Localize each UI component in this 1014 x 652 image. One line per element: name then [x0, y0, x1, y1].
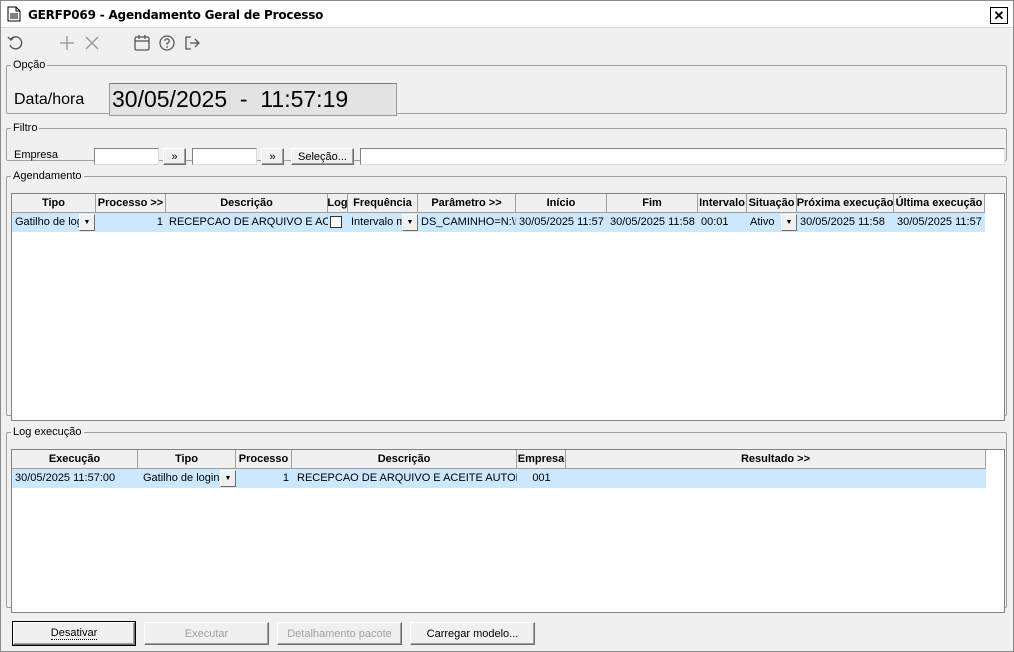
close-button[interactable]: ✕: [990, 7, 1008, 24]
col-header-empresa[interactable]: Empresa: [517, 450, 566, 469]
cell-processo[interactable]: 1: [96, 213, 166, 232]
cell-fim[interactable]: 30/05/2025 11:58: [607, 213, 698, 232]
cell-resultado[interactable]: [566, 469, 986, 488]
desativar-button[interactable]: Desativar: [12, 621, 136, 646]
cell-frequencia[interactable]: Intervalo m: [348, 213, 402, 232]
log-legend: Log execução: [13, 426, 82, 438]
double-arrow-icon: »: [171, 150, 178, 163]
filtro-legend: Filtro: [13, 122, 38, 134]
double-arrow-icon: »: [269, 150, 276, 163]
cell-execucao[interactable]: 30/05/2025 11:57:00: [12, 469, 138, 488]
chevron-down-icon: ▼: [224, 475, 232, 482]
executar-button[interactable]: Executar: [144, 622, 269, 645]
data-hora-display: 30/05/2025 - 11:57:19: [109, 83, 397, 116]
col-header-processo[interactable]: Processo >>: [96, 194, 166, 213]
frequencia-dropdown-button[interactable]: ▼: [402, 214, 418, 231]
agendamento-legend: Agendamento: [13, 170, 82, 182]
col-header-parametro[interactable]: Parâmetro >>: [418, 194, 516, 213]
opcao-group: Opção Data/hora 30/05/2025 - 11:57:19: [6, 59, 1007, 116]
tipo-dropdown-button[interactable]: ▼: [79, 214, 95, 231]
col-header-resultado[interactable]: Resultado >>: [566, 450, 986, 469]
empresa-from-input[interactable]: [94, 148, 159, 165]
empresa-label: Empresa: [14, 149, 59, 161]
log-grid: Execução Tipo Processo Descrição Empresa…: [11, 449, 1005, 613]
close-icon: ✕: [993, 8, 1005, 23]
opcao-legend: Opção: [13, 59, 46, 71]
cell-parametro[interactable]: DS_CAMINHO=N:\D: [418, 213, 516, 232]
delete-icon[interactable]: [83, 34, 101, 52]
cell-ultima[interactable]: 30/05/2025 11:57: [894, 213, 985, 232]
chevron-down-icon: ▼: [406, 219, 414, 226]
carregar-modelo-button[interactable]: Carregar modelo...: [410, 622, 535, 645]
cell-tipo[interactable]: Gatilho de login: [12, 213, 79, 232]
chevron-down-icon: ▼: [83, 219, 91, 226]
refresh-icon[interactable]: [7, 34, 25, 52]
empresa-to-lookup-button[interactable]: »: [261, 148, 284, 165]
cell-empresa[interactable]: 001: [517, 469, 566, 488]
situacao-dropdown-button[interactable]: ▼: [781, 214, 797, 231]
col-header-descricao[interactable]: Descrição: [292, 450, 517, 469]
log-checkbox[interactable]: [330, 216, 342, 228]
chevron-down-icon: ▼: [785, 219, 793, 226]
col-header-fim[interactable]: Fim: [607, 194, 698, 213]
exit-icon[interactable]: [183, 34, 201, 52]
data-hora-label: Data/hora: [14, 91, 85, 108]
desativar-label: Desativar: [50, 627, 98, 640]
tipo-dropdown-button[interactable]: ▼: [220, 470, 236, 487]
col-header-tipo[interactable]: Tipo: [138, 450, 236, 469]
detalhamento-label: Detalhamento pacote: [287, 627, 392, 640]
cell-descricao[interactable]: RECEPCAO DE ARQUIVO E ACEITE: [166, 213, 328, 232]
calendar-icon[interactable]: [133, 34, 151, 52]
add-icon[interactable]: [58, 34, 76, 52]
help-icon[interactable]: [158, 34, 176, 52]
col-header-proxima[interactable]: Próxima execução: [797, 194, 894, 213]
document-icon: [7, 6, 21, 22]
col-header-execucao[interactable]: Execução: [12, 450, 138, 469]
col-header-situacao[interactable]: Situação: [747, 194, 797, 213]
col-header-ultima[interactable]: Última execução: [894, 194, 985, 213]
executar-label: Executar: [184, 627, 229, 640]
cell-situacao[interactable]: Ativo: [747, 213, 781, 232]
selecao-label: Seleção...: [298, 150, 347, 163]
cell-tipo[interactable]: Gatilho de login: [138, 469, 220, 488]
filtro-group: Filtro Empresa » » Seleção...: [6, 122, 1007, 165]
empresa-to-input[interactable]: [192, 148, 257, 165]
cell-intervalo[interactable]: 00:01: [698, 213, 747, 232]
cell-processo[interactable]: 1: [236, 469, 292, 488]
selecao-button[interactable]: Seleção...: [291, 148, 354, 165]
table-row[interactable]: Gatilho de login ▼ 1 RECEPCAO DE ARQUIVO…: [12, 213, 985, 232]
col-header-frequencia[interactable]: Frequência: [348, 194, 418, 213]
window-title: GERFP069 - Agendamento Geral de Processo: [28, 8, 324, 22]
col-header-descricao[interactable]: Descrição: [166, 194, 328, 213]
empresa-from-lookup-button[interactable]: »: [163, 148, 186, 165]
cell-proxima[interactable]: 30/05/2025 11:58: [797, 213, 894, 232]
col-header-processo[interactable]: Processo: [236, 450, 292, 469]
col-header-tipo[interactable]: Tipo: [12, 194, 96, 213]
table-row[interactable]: 30/05/2025 11:57:00 Gatilho de login ▼ 1…: [12, 469, 986, 488]
agendamento-grid: Tipo Processo >> Descrição Log Frequênci…: [11, 193, 1005, 421]
log-execucao-group: Log execução Execução Tipo Processo Desc…: [6, 426, 1007, 613]
carregar-label: Carregar modelo...: [426, 627, 519, 640]
col-header-intervalo[interactable]: Intervalo: [698, 194, 747, 213]
agendamento-group: Agendamento Tipo Processo >> Descrição L…: [6, 170, 1007, 421]
col-header-log[interactable]: Log: [328, 194, 348, 213]
cell-descricao[interactable]: RECEPCAO DE ARQUIVO E ACEITE AUTOMATICO: [292, 469, 517, 488]
col-header-inicio[interactable]: Início: [516, 194, 607, 213]
selecao-display: [360, 148, 1005, 165]
main-window: GERFP069 - Agendamento Geral de Processo…: [0, 0, 1014, 652]
toolbar: [1, 29, 1013, 57]
cell-inicio[interactable]: 30/05/2025 11:57: [516, 213, 607, 232]
detalhamento-pacote-button[interactable]: Detalhamento pacote: [277, 622, 402, 645]
title-bar: GERFP069 - Agendamento Geral de Processo…: [1, 1, 1013, 28]
